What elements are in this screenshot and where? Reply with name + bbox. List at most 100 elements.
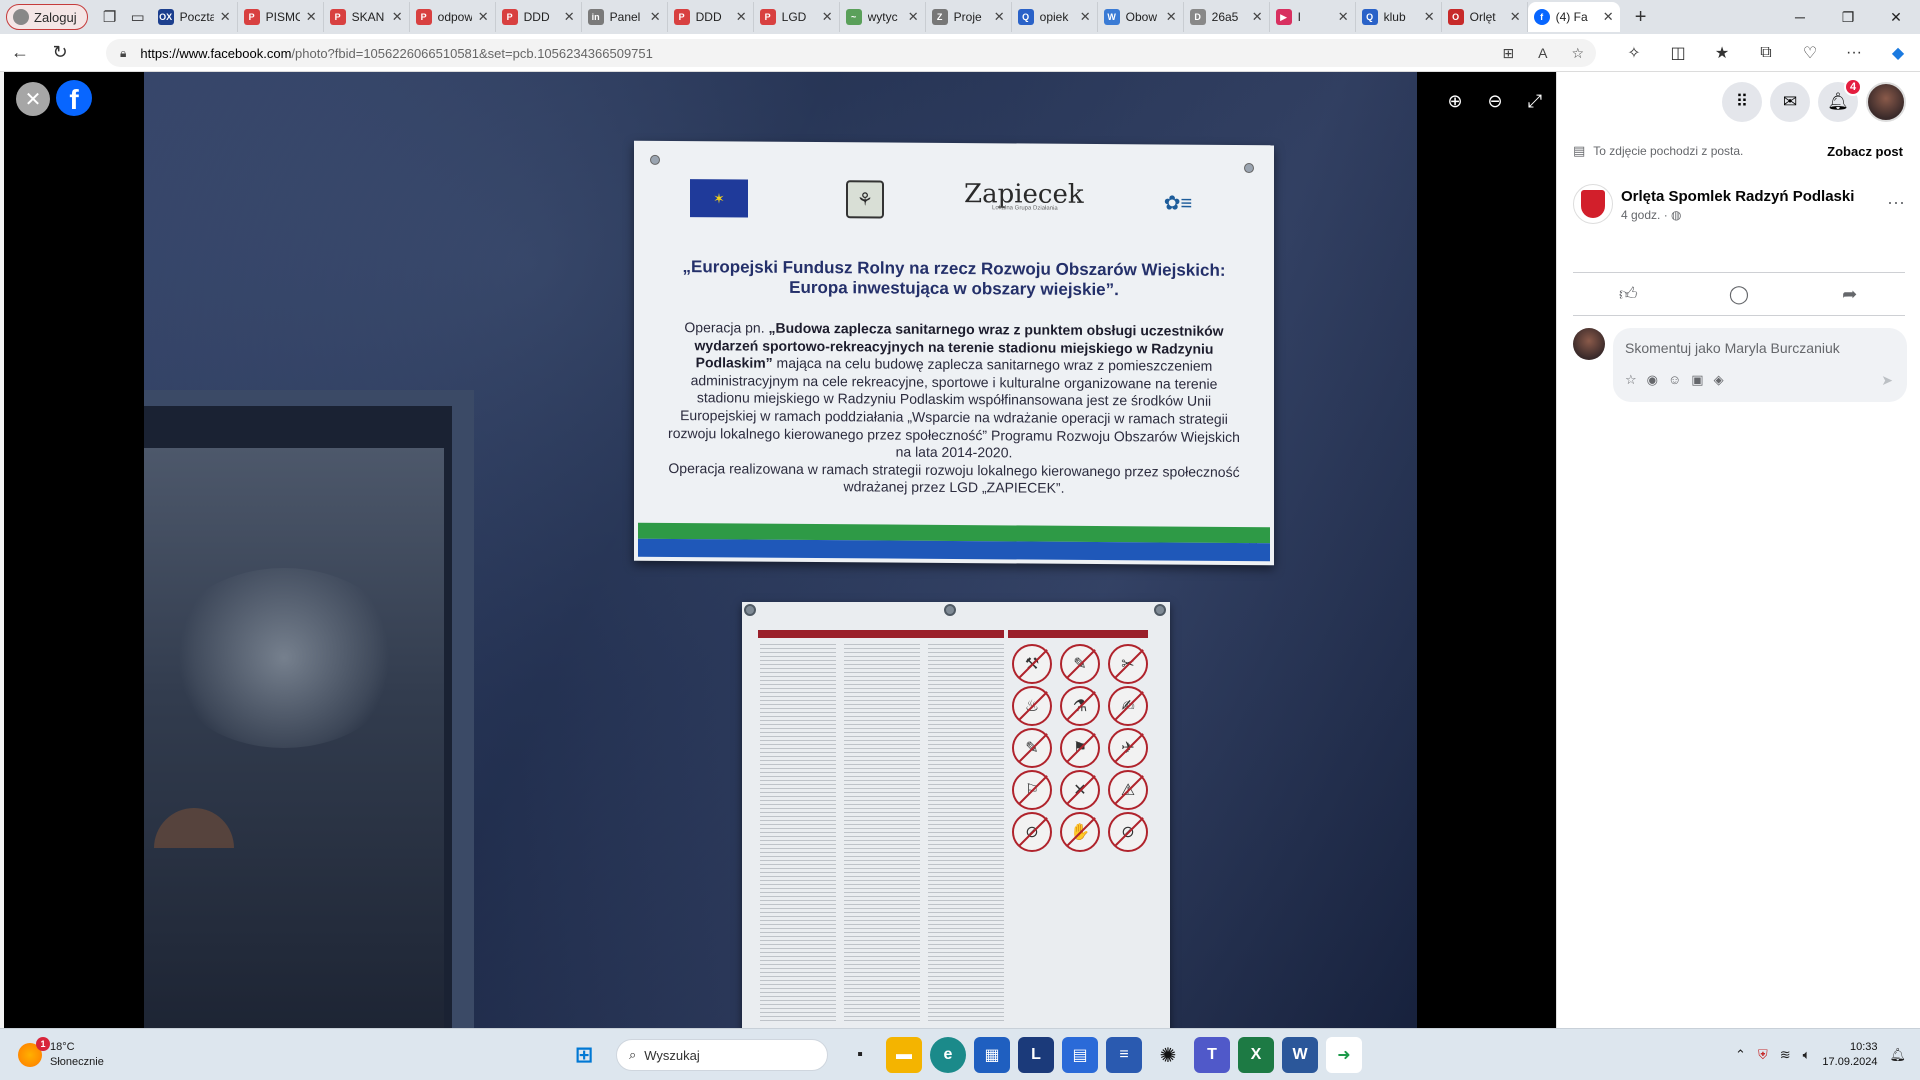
tab-close-icon[interactable]: ✕	[306, 9, 317, 25]
tab-item[interactable]: in Panel ✕	[582, 2, 668, 32]
tab-item[interactable]: ▶ I ✕	[1270, 2, 1356, 32]
back-button[interactable]: ←	[0, 34, 40, 72]
weather-widget[interactable]: 1 18°C Słonecznie	[18, 1035, 104, 1075]
tab-close-icon[interactable]: ✕	[392, 9, 403, 25]
tab-close-icon[interactable]: ✕	[220, 9, 231, 25]
minimize-icon[interactable]: ─	[1776, 0, 1824, 34]
edge-browser-icon[interactable]: e	[930, 1037, 966, 1073]
copilot-icon[interactable]: ◆	[1876, 34, 1920, 72]
taskbar-search[interactable]: ⌕ Wyszukaj	[616, 1039, 828, 1071]
fullscreen-icon[interactable]: ⤢	[1522, 88, 1548, 114]
tab-close-icon[interactable]: ✕	[564, 9, 575, 25]
window-close-icon[interactable]: ✕	[1872, 0, 1920, 34]
comment-input[interactable]: Skomentuj jako Maryla Burczaniuk ☆ ◉ ☺ ▣…	[1613, 328, 1907, 402]
microsoft-store-icon[interactable]: ▦	[974, 1037, 1010, 1073]
tab-item[interactable]: O Orlęt ✕	[1442, 2, 1528, 32]
post-time[interactable]: 4 godz. · ◍	[1621, 208, 1682, 222]
notifications-bell-icon[interactable]: 🔔︎ 4	[1818, 78, 1862, 122]
tab-close-icon[interactable]: ✕	[1603, 9, 1614, 25]
address-bar[interactable]: 🔒︎ https://www.facebook.com/photo?fbid=1…	[106, 39, 1596, 67]
tab-close-icon[interactable]: ✕	[1080, 9, 1091, 25]
tab-close-icon[interactable]: ✕	[1510, 9, 1521, 25]
task-view-icon[interactable]: ▪	[842, 1037, 878, 1073]
profile-button[interactable]: Zaloguj	[6, 4, 88, 30]
account-avatar[interactable]	[1866, 82, 1906, 122]
tab-item[interactable]: D 26a5 ✕	[1184, 2, 1270, 32]
extensions-icon[interactable]: ✧	[1612, 34, 1656, 72]
favorites-icon[interactable]: ★	[1700, 34, 1744, 72]
tab-item[interactable]: P LGD ✕	[754, 2, 840, 32]
tab-item[interactable]: P DDD ✕	[668, 2, 754, 32]
tab-item[interactable]: Qopiek ✕	[1012, 2, 1098, 32]
tab-item[interactable]: OX Poczta ✕	[152, 2, 238, 32]
tab-close-icon[interactable]: ✕	[994, 9, 1005, 25]
restore-icon[interactable]: ❐	[1824, 0, 1872, 34]
file-explorer-icon[interactable]: ▬	[886, 1037, 922, 1073]
photo[interactable]: ✶ ⚘ Zapiecek Lokalna Grupa Działania ✿≡ „…	[144, 72, 1417, 1028]
teams-icon[interactable]: T	[1194, 1037, 1230, 1073]
tab-close-icon[interactable]: ✕	[822, 9, 833, 25]
tab-close-icon[interactable]: ✕	[1252, 9, 1263, 25]
like-icon[interactable]: 👍︎	[1598, 283, 1658, 305]
page-name[interactable]: Orlęta Spomlek Radzyń Podlaski	[1621, 188, 1854, 205]
tab-item[interactable]: Z Proje ✕	[926, 2, 1012, 32]
favorite-star-icon[interactable]: ☆	[1571, 45, 1584, 62]
messenger-icon[interactable]: ✉	[1770, 82, 1810, 122]
clock[interactable]: 10:33 17.09.2024	[1822, 1040, 1877, 1070]
see-post-link[interactable]: Zobacz post	[1827, 144, 1903, 159]
send-icon[interactable]: ➤	[1881, 372, 1893, 389]
tab-close-icon[interactable]: ✕	[650, 9, 661, 25]
browser-essentials-icon[interactable]: ♡	[1788, 34, 1832, 72]
tray-overflow-icon[interactable]: ⌃	[1735, 1047, 1746, 1063]
tab-item[interactable]: P PISMO ✕	[238, 2, 324, 32]
chatgpt-icon[interactable]: ✺	[1150, 1037, 1186, 1073]
excel-icon[interactable]: X	[1238, 1037, 1274, 1073]
more-options-icon[interactable]: ···	[1887, 192, 1905, 213]
menu-grid-icon[interactable]: ⠿	[1722, 82, 1762, 122]
split-screen-icon[interactable]: ◫	[1656, 34, 1700, 72]
tab-close-icon[interactable]: ✕	[1166, 9, 1177, 25]
l-app-icon[interactable]: L	[1018, 1037, 1054, 1073]
notification-center-icon[interactable]: 🔔︎	[1889, 1047, 1906, 1063]
workspaces-icon[interactable]: ❐	[96, 3, 124, 31]
reload-button[interactable]: ↻	[40, 34, 80, 72]
green-arrow-app-icon[interactable]: ➜	[1326, 1037, 1362, 1073]
tab-facebook-active[interactable]: f (4) Fa ✕	[1527, 2, 1620, 32]
tab-close-icon[interactable]: ✕	[478, 9, 489, 25]
word-icon[interactable]: W	[1282, 1037, 1318, 1073]
volume-icon[interactable]: 🔈︎	[1803, 1047, 1811, 1063]
tab-item[interactable]: P DDD ✕	[496, 2, 582, 32]
page-avatar[interactable]	[1573, 184, 1613, 224]
emoji-icon[interactable]: ☺	[1668, 372, 1681, 388]
calendar-app-icon[interactable]: ▤	[1062, 1037, 1098, 1073]
tab-close-icon[interactable]: ✕	[1424, 9, 1435, 25]
notes-app-icon[interactable]: ≡	[1106, 1037, 1142, 1073]
start-windows-icon[interactable]: ⊞	[566, 1037, 602, 1073]
comment-icon[interactable]: ◯	[1709, 284, 1769, 305]
security-alert-icon[interactable]: ⛨	[1758, 1047, 1768, 1063]
tab-item[interactable]: Podpow ✕	[410, 2, 496, 32]
read-aloud-icon[interactable]: A	[1538, 45, 1547, 61]
zoom-out-icon[interactable]: ⊖	[1482, 88, 1508, 114]
tab-item[interactable]: ~ wytyc ✕	[840, 2, 926, 32]
camera-icon[interactable]: ◉	[1647, 372, 1658, 388]
tab-actions-icon[interactable]: ▭	[124, 3, 152, 31]
tab-close-icon[interactable]: ✕	[736, 9, 747, 25]
collections-icon[interactable]: ⧉	[1744, 34, 1788, 72]
tab-close-icon[interactable]: ✕	[1338, 9, 1349, 25]
avatar-sticker-icon[interactable]: ☆	[1625, 372, 1637, 388]
app-install-icon[interactable]: ⊞	[1502, 45, 1514, 62]
wifi-icon[interactable]: ≋	[1780, 1047, 1791, 1063]
tab-item[interactable]: Qklub ✕	[1356, 2, 1442, 32]
share-icon[interactable]: ➦	[1820, 284, 1880, 305]
tab-item[interactable]: P SKAN ✕	[324, 2, 410, 32]
zoom-in-icon[interactable]: ⊕	[1442, 88, 1468, 114]
lock-icon[interactable]: 🔒︎	[120, 46, 126, 61]
new-tab-button[interactable]: +	[1626, 2, 1656, 32]
settings-more-icon[interactable]: ···	[1832, 34, 1876, 72]
facebook-logo-icon[interactable]: f	[56, 80, 92, 116]
gif-icon[interactable]: ▣	[1691, 372, 1703, 388]
tab-close-icon[interactable]: ✕	[908, 9, 919, 25]
close-viewer-button[interactable]: ✕	[16, 82, 50, 116]
sticker-icon[interactable]: ◈	[1714, 372, 1724, 388]
